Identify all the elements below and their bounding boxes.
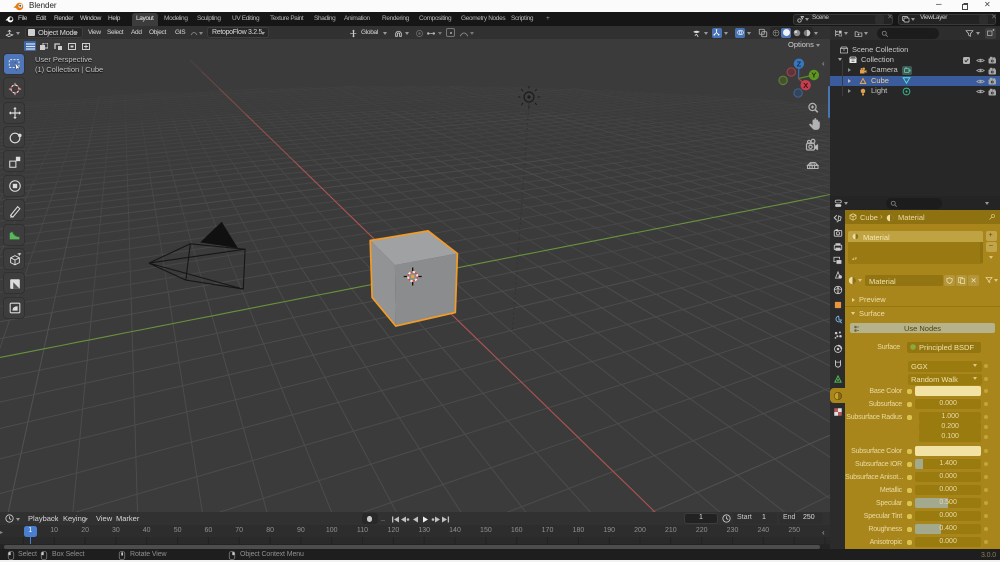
svg-text:Y: Y <box>811 71 816 80</box>
svg-text:X: X <box>803 81 808 90</box>
svg-text:Z: Z <box>797 59 802 68</box>
